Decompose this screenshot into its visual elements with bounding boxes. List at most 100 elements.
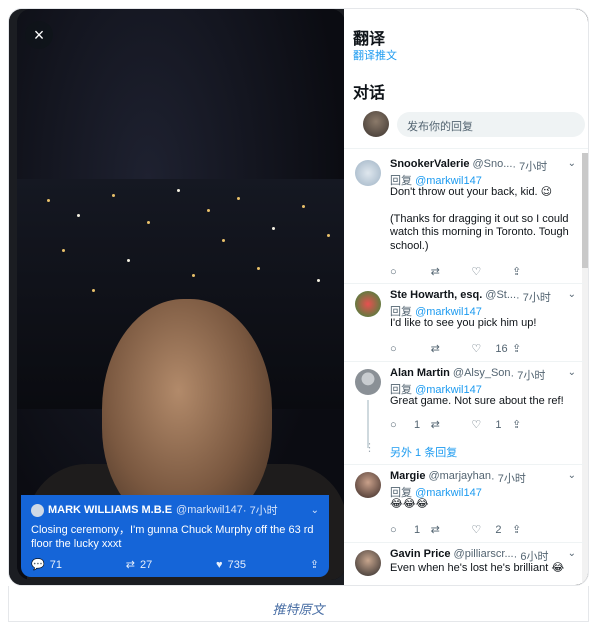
author-handle[interactable]: @St... bbox=[485, 289, 516, 305]
like-count: 16 bbox=[495, 342, 508, 355]
like-button[interactable]: ♡ 16 bbox=[471, 342, 512, 356]
retweet-icon: ⇄ bbox=[430, 266, 440, 278]
reply-button[interactable]: ○ bbox=[390, 342, 431, 355]
chevron-down-icon[interactable]: ⌄ bbox=[568, 470, 576, 481]
reply-icon: ○ bbox=[390, 523, 397, 536]
reply-list: SnookerValerie @Sno... · 7小时 ⌄ 回复 @markw… bbox=[344, 149, 588, 585]
side-panel: 翻译 翻译推文 对话 发布你的回复 SnookerValerie @Sno...… bbox=[344, 9, 588, 585]
chevron-down-icon[interactable]: ⌄ bbox=[568, 548, 576, 559]
avatar[interactable] bbox=[355, 369, 381, 395]
list-item[interactable]: Margie @marjayhan · 7小时 ⌄ 回复 @markwil147… bbox=[344, 465, 584, 543]
reply-text: Don't throw out your back, kid. 😉 (Thank… bbox=[390, 186, 580, 253]
share-icon: ⇪ bbox=[512, 343, 522, 355]
caption-bar: 推特原文 bbox=[8, 586, 589, 622]
share-icon: ⇪ bbox=[309, 559, 319, 571]
retweet-button[interactable]: ⇄ bbox=[431, 523, 472, 536]
like-button[interactable]: ♥ 735 bbox=[216, 558, 246, 571]
retweet-icon: ⇄ bbox=[125, 559, 135, 571]
like-count: 2 bbox=[495, 523, 502, 536]
translate-heading: 翻译 bbox=[353, 31, 386, 48]
reply-text: I'd like to see you pick him up! bbox=[390, 317, 537, 329]
share-icon: ⇪ bbox=[512, 419, 522, 431]
reply-icon: ○ bbox=[390, 342, 397, 355]
heart-icon: ♡ bbox=[471, 343, 482, 355]
author-name[interactable]: MARK WILLIAMS M.B.E bbox=[48, 504, 172, 516]
close-button[interactable]: × bbox=[25, 21, 53, 49]
tweet-time: · 7小时 bbox=[242, 505, 278, 517]
reply-icon: ○ bbox=[390, 265, 397, 278]
like-count: 735 bbox=[227, 558, 246, 571]
image-caption: 推特原文 bbox=[272, 602, 325, 617]
more-replies-dots: ⋮ bbox=[364, 442, 375, 454]
reply-count: 1 bbox=[414, 418, 421, 431]
tweet-text: Closing ceremony，I'm gunna Chuck Murphy … bbox=[31, 524, 314, 550]
heart-icon: ♡ bbox=[471, 419, 482, 431]
viewer-frame: × MARK WILLIAMS M.B.E @markwil147 · 7小时 … bbox=[8, 8, 589, 586]
reply-actions: ○ ⇄ ♡ ⇪ bbox=[390, 265, 530, 279]
avatar[interactable] bbox=[355, 160, 381, 186]
share-button[interactable]: ⇪ bbox=[310, 558, 319, 571]
conversation-heading: 对话 bbox=[353, 85, 386, 102]
avatar[interactable] bbox=[355, 291, 381, 317]
translate-tweet-link[interactable]: 翻译推文 bbox=[353, 47, 397, 63]
reply-actions: ○ 1 ⇄ ♡ 1 ⇪ bbox=[390, 418, 530, 432]
share-button[interactable]: ⇪ bbox=[512, 265, 530, 278]
reply-button[interactable]: ○ 1 bbox=[390, 523, 431, 536]
reply-actions: ○ ⇄ ♡ 16 ⇪ bbox=[390, 342, 530, 356]
reply-button[interactable]: ○ 1 bbox=[390, 418, 431, 431]
retweet-icon: ⇄ bbox=[430, 419, 440, 431]
chevron-down-icon[interactable]: ⌄ bbox=[311, 505, 319, 516]
like-button[interactable]: ♡ 1 bbox=[471, 418, 512, 432]
reply-count: 71 bbox=[49, 558, 62, 571]
reply-button[interactable]: 💬 71 bbox=[31, 558, 62, 572]
list-item[interactable]: Gavin Price @pilliarscr... · 6小时 ⌄ Even … bbox=[344, 543, 584, 585]
avatar[interactable] bbox=[31, 503, 44, 517]
list-item[interactable]: Alan Martin @Alsy_Son · 7小时 ⌄ 回复 @markwi… bbox=[344, 362, 584, 465]
share-icon: ⇪ bbox=[512, 524, 522, 536]
reply-input[interactable]: 发布你的回复 bbox=[397, 112, 585, 137]
reply-time: · 7小时 bbox=[512, 161, 548, 173]
chevron-down-icon[interactable]: ⌄ bbox=[568, 367, 576, 378]
like-button[interactable]: ♡ bbox=[471, 265, 512, 278]
avatar[interactable] bbox=[363, 111, 389, 137]
reply-time: · 7小时 bbox=[491, 473, 526, 485]
list-item[interactable]: SnookerValerie @Sno... · 7小时 ⌄ 回复 @markw… bbox=[344, 153, 584, 284]
reply-button[interactable]: ○ bbox=[390, 265, 431, 278]
share-button[interactable]: ⇪ bbox=[512, 523, 530, 536]
reply-actions: ○ 1 ⇄ ♡ 2 ⇪ bbox=[390, 523, 530, 537]
tweet-actions: 💬 71 ⇄ 27 ♥ 735 ⇪ bbox=[31, 558, 319, 572]
list-item[interactable]: Ste Howarth, esq. @St... · 7小时 ⌄ 回复 @mar… bbox=[344, 284, 584, 362]
chevron-down-icon[interactable]: ⌄ bbox=[568, 289, 576, 300]
main-tweet-header: MARK WILLIAMS M.B.E @markwil147 · 7小时 ⌄ bbox=[31, 502, 319, 518]
retweet-button[interactable]: ⇄ 27 bbox=[125, 558, 153, 572]
reply-icon: 💬 bbox=[31, 559, 45, 571]
like-button[interactable]: ♡ 2 bbox=[471, 523, 512, 537]
heart-icon: ♡ bbox=[471, 524, 482, 536]
avatar[interactable] bbox=[355, 550, 381, 576]
reply-text: 😂😂😂 bbox=[390, 498, 429, 510]
heart-icon: ♡ bbox=[471, 266, 482, 278]
reply-text-line: Don't throw out your back, kid. 😉 bbox=[390, 186, 553, 198]
retweet-button[interactable]: ⇄ bbox=[431, 418, 472, 431]
share-button[interactable]: ⇪ bbox=[512, 342, 530, 355]
main-tweet-card[interactable]: MARK WILLIAMS M.B.E @markwil147 · 7小时 ⌄ … bbox=[21, 495, 329, 577]
retweet-icon: ⇄ bbox=[430, 524, 440, 536]
reply-time: · 7小时 bbox=[510, 370, 546, 382]
reply-icon: ○ bbox=[390, 418, 397, 431]
retweet-button[interactable]: ⇄ bbox=[431, 342, 472, 355]
like-count: 1 bbox=[495, 418, 502, 431]
retweet-button[interactable]: ⇄ bbox=[431, 265, 472, 278]
reply-time: · 7小时 bbox=[516, 292, 551, 304]
avatar[interactable] bbox=[355, 472, 381, 498]
chevron-down-icon[interactable]: ⌄ bbox=[568, 158, 576, 169]
share-button[interactable]: ⇪ bbox=[512, 418, 530, 431]
reply-count: 1 bbox=[414, 523, 421, 536]
show-more-replies-link[interactable]: 另外 1 条回复 bbox=[390, 444, 457, 460]
reply-text: Great game. Not sure about the ref! bbox=[390, 395, 564, 407]
retweet-icon: ⇄ bbox=[430, 343, 440, 355]
retweet-count: 27 bbox=[139, 558, 153, 571]
author-handle[interactable]: @markwil147 bbox=[176, 504, 243, 516]
reply-text: Even when he's lost he's brilliant 😂 bbox=[390, 562, 565, 574]
share-icon: ⇪ bbox=[512, 266, 522, 278]
reply-composer: 发布你的回复 bbox=[344, 109, 588, 149]
